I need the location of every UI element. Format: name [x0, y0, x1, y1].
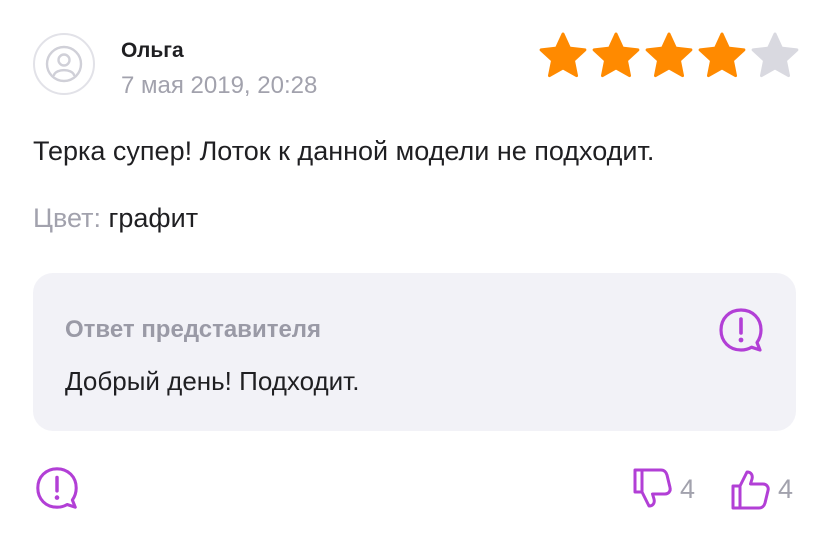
dislike-button[interactable]: 4 [632, 466, 695, 512]
author-name: Ольга [121, 39, 184, 62]
seller-answer: Ответ представителя Добрый день! Подходи… [33, 273, 796, 431]
star-empty-icon [751, 32, 799, 78]
color-label: Цвет: [33, 203, 102, 233]
exclamation-bubble-icon[interactable] [716, 305, 766, 355]
review-card: Ольга 7 мая 2019, 20:28 Терка супер! Лот… [0, 0, 828, 537]
report-icon[interactable] [33, 464, 81, 512]
like-button[interactable]: 4 [730, 466, 793, 512]
user-icon [45, 45, 83, 83]
answer-text: Добрый день! Подходит. [65, 366, 360, 396]
star-filled-icon [592, 32, 640, 78]
color-row: Цвет: графит [33, 203, 198, 234]
thumbs-down-icon [633, 468, 672, 508]
thumbs-up-icon [731, 470, 770, 510]
review-text: Терка супер! Лоток к данной модели не по… [33, 136, 655, 166]
answer-title: Ответ представителя [65, 316, 322, 343]
star-filled-icon [645, 32, 693, 78]
rating-stars [538, 31, 800, 81]
review-date: 7 мая 2019, 20:28 [121, 72, 318, 99]
dislike-count: 4 [680, 473, 696, 504]
star-filled-icon [539, 32, 587, 78]
avatar [33, 33, 95, 95]
color-value: графит [108, 203, 199, 233]
like-count: 4 [778, 473, 794, 504]
star-filled-icon [698, 32, 746, 78]
